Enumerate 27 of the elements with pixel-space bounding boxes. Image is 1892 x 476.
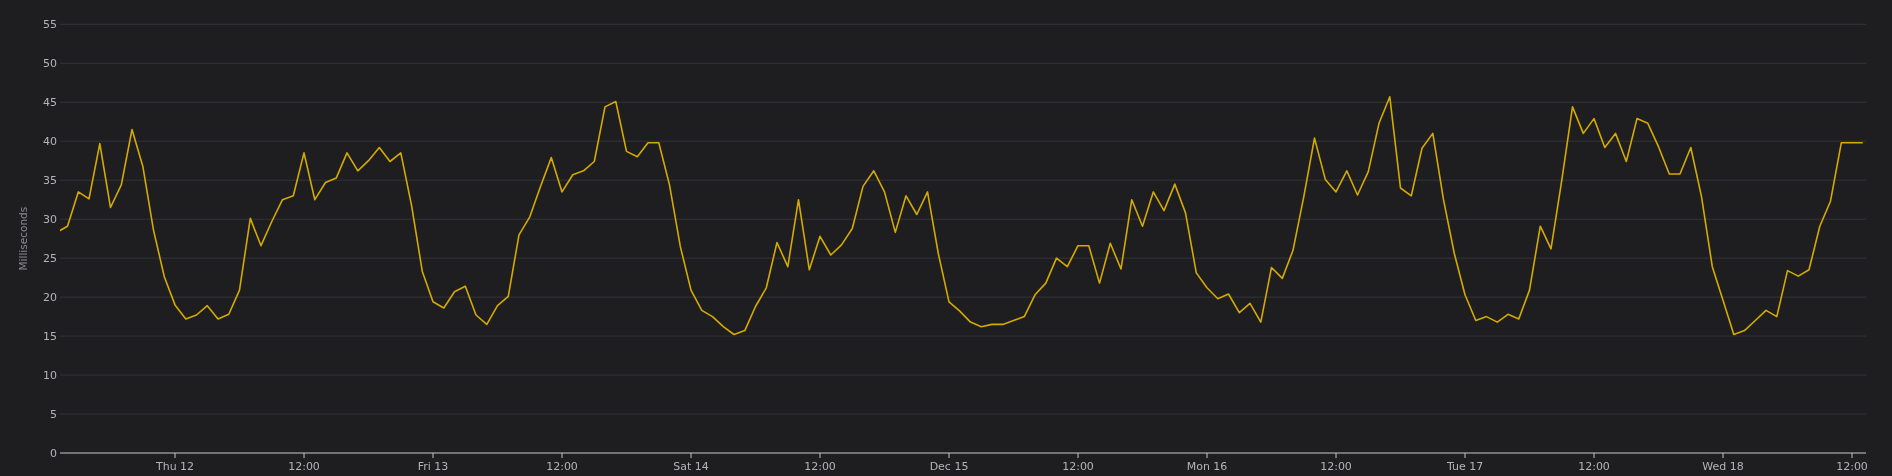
axis-tick-label: 12:00 [804,460,836,473]
axis-tick-label: Wed 18 [1702,460,1744,473]
axis-tick-label: Dec 15 [929,460,969,473]
axis-tick-label: Tue 17 [1446,460,1484,473]
axis-tick-label: 40 [43,135,57,149]
axis-tick-label: 5 [50,408,57,422]
axis-tick-label: 0 [50,447,57,460]
axis-tick-label: 12:00 [1320,460,1352,473]
axis-tick-label: 20 [43,291,57,305]
axis-tick-label: 12:00 [546,460,578,473]
axis-tick-label: 30 [43,213,57,227]
axis-tick-label: 45 [43,96,57,110]
axis-tick-label: 50 [43,57,57,71]
axis-tick-label: 12:00 [1062,460,1094,473]
axis-tick-label: 12:00 [288,460,320,473]
axis-tick-label: 15 [43,330,57,344]
axis-tick-label: Sat 14 [673,460,709,473]
axis-tick-label: 55 [43,18,57,32]
axis-tick-label: Fri 13 [417,460,449,473]
axis-tick-label: 35 [43,174,57,188]
axis-tick-label: 10 [43,369,57,383]
axis-tick-label: Mon 16 [1186,460,1228,473]
axis-title: Milliseconds [17,206,29,271]
axis-tick-label: 12:00 [1836,460,1868,473]
axis-tick-label: Thu 12 [155,460,195,473]
axis-tick-label: 12:00 [1578,460,1610,473]
axis-tick-label: 25 [43,252,57,266]
